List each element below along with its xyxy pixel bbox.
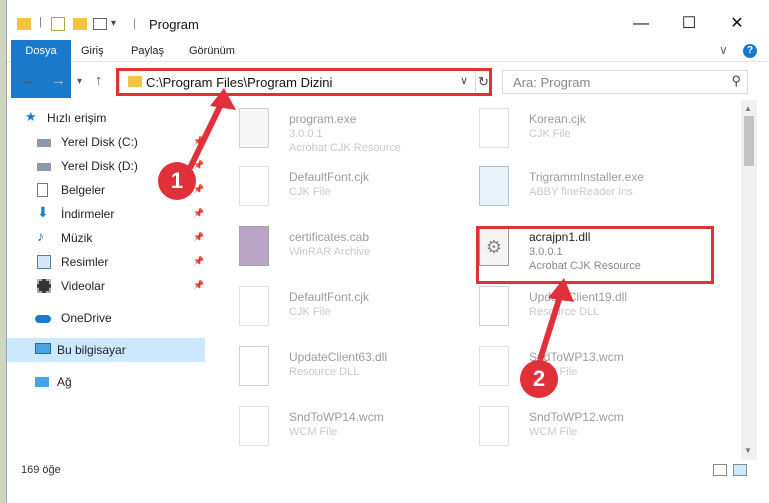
arrow-1-head bbox=[210, 88, 236, 110]
step-badge-2: 2 bbox=[520, 360, 558, 398]
arrow-1-shaft bbox=[187, 96, 227, 170]
arrow-2-head bbox=[548, 278, 574, 302]
arrow-2-shaft bbox=[537, 289, 565, 361]
annotation-arrows bbox=[187, 88, 574, 361]
step-badge-1: 1 bbox=[158, 162, 196, 200]
